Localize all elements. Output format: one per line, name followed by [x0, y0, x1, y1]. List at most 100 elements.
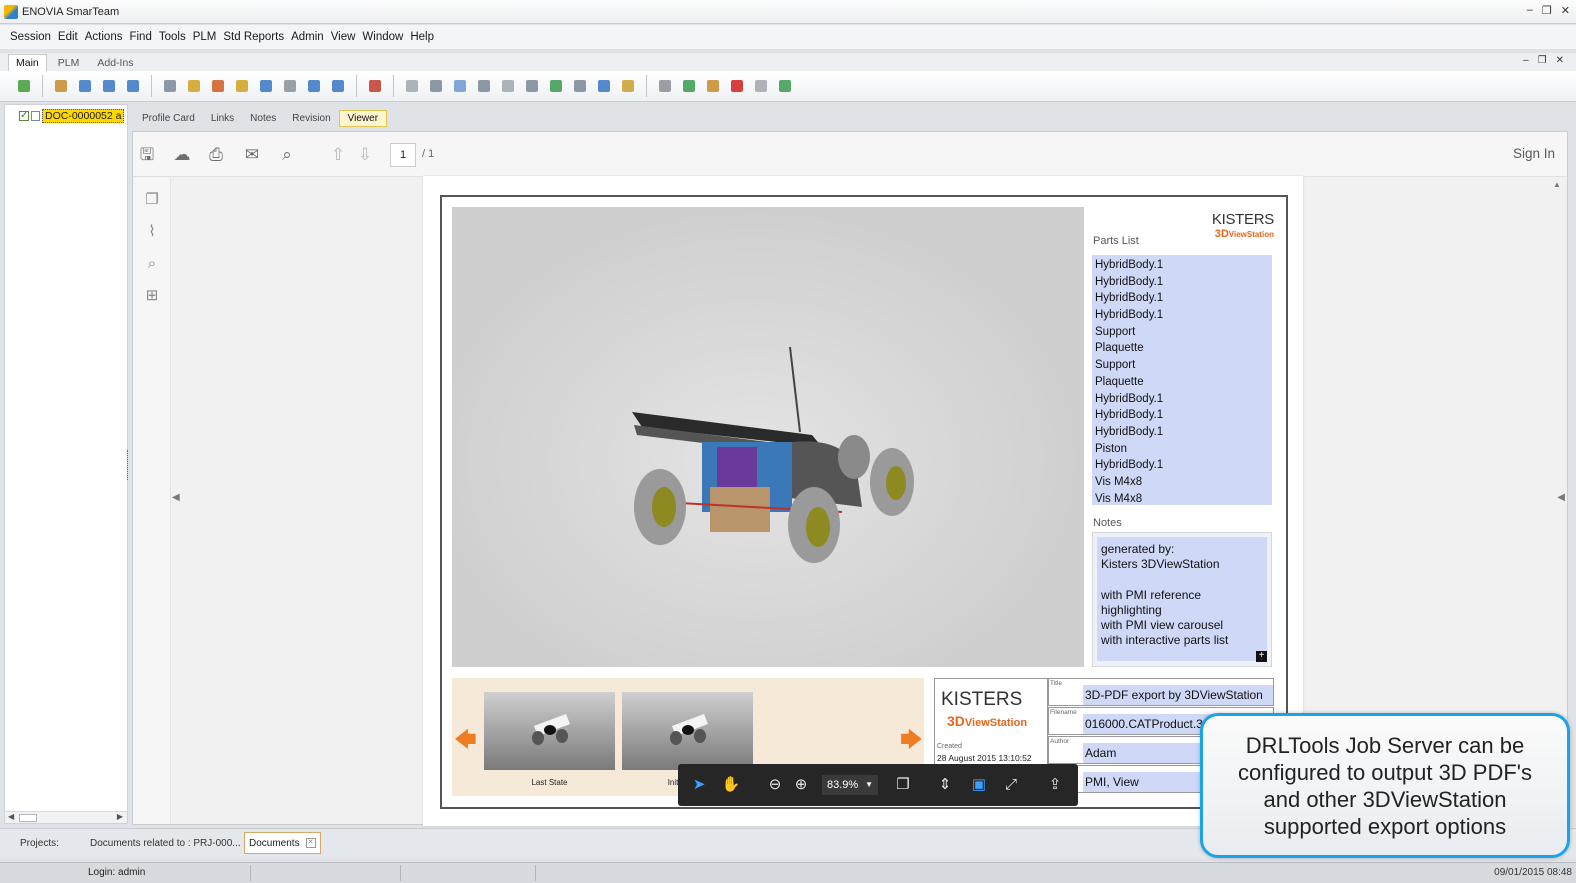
menu-window[interactable]: Window — [362, 31, 403, 43]
document-icon[interactable] — [594, 76, 614, 96]
sign-in-link[interactable]: Sign In — [1513, 146, 1555, 161]
parts-list-item[interactable]: HybridBody.1 — [1095, 407, 1272, 424]
doc-minimize-button[interactable]: – — [1523, 55, 1529, 66]
zoom-in-icon[interactable]: ⊕ — [790, 774, 812, 796]
view-thumbnail-last-state[interactable] — [484, 692, 615, 770]
doc-close-button[interactable]: ✕ — [1556, 55, 1564, 66]
fullscreen-icon[interactable]: ⤢ — [1000, 774, 1022, 796]
find-icon[interactable] — [208, 76, 228, 96]
tab-revision[interactable]: Revision — [284, 111, 338, 126]
tab-plm[interactable]: PLM — [51, 55, 87, 71]
parts-list-item[interactable]: Piston — [1095, 441, 1272, 458]
page-number-input[interactable]: 1 — [390, 143, 416, 167]
parts-list-item[interactable]: HybridBody.1 — [1095, 290, 1272, 307]
close-button[interactable]: ✕ — [1561, 4, 1570, 17]
menu-std-reports[interactable]: Std Reports — [223, 31, 284, 43]
relations-icon[interactable] — [498, 76, 518, 96]
tab-links[interactable]: Links — [203, 111, 242, 126]
copy-icon[interactable] — [75, 76, 95, 96]
open-icon[interactable] — [14, 76, 34, 96]
menu-find[interactable]: Find — [129, 31, 151, 43]
chart-up-icon[interactable] — [546, 76, 566, 96]
documents-related-tab[interactable]: Documents related to : PRJ-000... — [90, 838, 241, 849]
page-view-icon[interactable]: ❐ — [892, 774, 914, 796]
minimize-button[interactable]: – — [1527, 4, 1533, 17]
lifecycle-icon[interactable] — [365, 76, 385, 96]
insert-icon[interactable] — [775, 76, 795, 96]
parts-list-item[interactable]: HybridBody.1 — [1095, 307, 1272, 324]
pan-hand-icon[interactable]: ✋ — [720, 774, 742, 796]
menu-help[interactable]: Help — [410, 31, 434, 43]
search-icon[interactable]: ⌕ — [276, 144, 298, 166]
parts-list-item[interactable]: Vis M4x8 — [1095, 474, 1272, 491]
tab-add-ins[interactable]: Add-Ins — [90, 55, 140, 71]
carousel-prev-arrow-icon[interactable]: 🡄 — [454, 723, 477, 761]
upload-cloud-icon[interactable]: ☁ — [171, 144, 193, 166]
tab-notes[interactable]: Notes — [242, 111, 284, 126]
fit-height-icon[interactable]: ⇕ — [934, 774, 956, 796]
menu-edit[interactable]: Edit — [58, 31, 78, 43]
close-tab-icon[interactable]: ✕ — [305, 838, 316, 848]
doc-restore-button[interactable]: ❐ — [1538, 55, 1547, 66]
collapse-left-icon[interactable]: ◀ — [172, 492, 180, 503]
parts-list-item[interactable]: HybridBody.1 — [1095, 274, 1272, 291]
tab-viewer[interactable]: Viewer — [338, 109, 388, 127]
panel-splitter[interactable] — [127, 450, 129, 480]
previous-page-icon[interactable]: ⇧ — [327, 144, 349, 166]
split-horizontal-icon[interactable] — [99, 76, 119, 96]
new-document-icon[interactable] — [51, 76, 71, 96]
add-icon[interactable] — [655, 76, 675, 96]
menu-actions[interactable]: Actions — [85, 31, 123, 43]
tree-horizontal-scrollbar[interactable]: ◀ ▶ — [5, 811, 127, 823]
expand-icon[interactable]: + — [1256, 651, 1267, 662]
next-page-icon[interactable]: ⇩ — [354, 144, 376, 166]
edit-icon[interactable] — [304, 76, 324, 96]
parts-list[interactable]: HybridBody.1 HybridBody.1 HybridBody.1 H… — [1092, 255, 1272, 505]
menu-admin[interactable]: Admin — [291, 31, 324, 43]
menu-session[interactable]: Session — [10, 31, 51, 43]
export-icon[interactable]: ⇪ — [1044, 774, 1066, 796]
rc-car-model[interactable] — [622, 337, 922, 577]
parts-list-item[interactable]: Vis M4x8 — [1095, 491, 1272, 505]
parts-list-item[interactable]: Support — [1095, 324, 1272, 341]
scroll-up-icon[interactable]: ▲ — [1553, 180, 1561, 189]
pages-icon[interactable]: ❐ — [142, 190, 162, 210]
tree-item-label[interactable]: DOC-0000052 a — [42, 109, 125, 123]
menu-tools[interactable]: Tools — [159, 31, 186, 43]
clipboard-icon[interactable] — [618, 76, 638, 96]
parts-list-item[interactable]: Plaquette — [1095, 374, 1272, 391]
chart-icon[interactable] — [426, 76, 446, 96]
split-vertical-icon[interactable] — [123, 76, 143, 96]
save-icon[interactable]: 🖫 — [136, 144, 158, 166]
checkbox-checked-icon[interactable]: ✓ — [19, 111, 29, 121]
scroll-left-icon[interactable]: ◀ — [8, 812, 14, 821]
scroll-right-icon[interactable]: ▶ — [117, 812, 123, 821]
maximize-button[interactable]: ❐ — [1542, 4, 1552, 17]
tree-item[interactable]: ✓ DOC-0000052 a — [19, 109, 125, 123]
3d-viewport[interactable] — [452, 207, 1084, 667]
documents-tab[interactable]: Documents ✕ — [244, 832, 321, 854]
delete-icon[interactable] — [727, 76, 747, 96]
tree-icon[interactable] — [256, 76, 276, 96]
find-advanced-icon[interactable] — [232, 76, 252, 96]
parts-list-item[interactable]: HybridBody.1 — [1095, 457, 1272, 474]
globe-icon[interactable] — [474, 76, 494, 96]
add-green-icon[interactable] — [679, 76, 699, 96]
parts-list-item[interactable]: HybridBody.1 — [1095, 391, 1272, 408]
attachment-icon[interactable]: ⌇ — [142, 222, 162, 242]
print-icon[interactable]: ⎙ — [205, 144, 227, 166]
parts-list-item[interactable]: HybridBody.1 — [1095, 257, 1272, 274]
zoom-level-select[interactable]: 83.9% ▼ — [822, 775, 878, 795]
menu-plm[interactable]: PLM — [193, 31, 217, 43]
parts-list-item[interactable]: HybridBody.1 — [1095, 424, 1272, 441]
view-thumbnail-initial-state[interactable] — [622, 692, 753, 770]
zoom-out-icon[interactable]: ⊖ — [764, 774, 786, 796]
carousel-next-arrow-icon[interactable]: 🡆 — [900, 723, 923, 761]
structure-icon[interactable]: ⊞ — [142, 286, 162, 306]
scroll-thumb[interactable] — [19, 814, 37, 822]
search-icon[interactable] — [184, 76, 204, 96]
edit-pencil-icon[interactable] — [703, 76, 723, 96]
email-icon[interactable]: ✉ — [241, 144, 263, 166]
user-icon[interactable] — [402, 76, 422, 96]
card-icon[interactable] — [522, 76, 542, 96]
